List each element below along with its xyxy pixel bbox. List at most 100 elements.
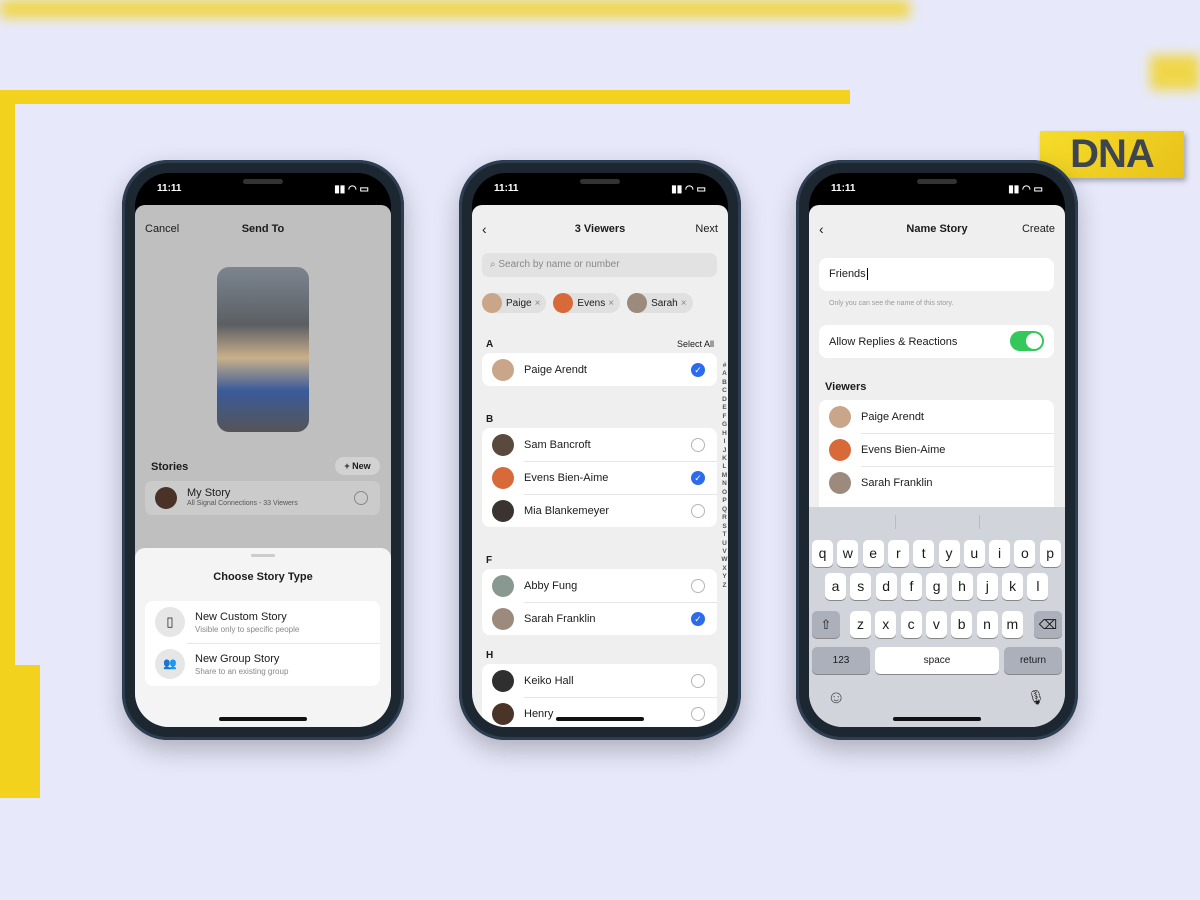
index-letter[interactable]: B bbox=[721, 379, 728, 387]
key-f[interactable]: f bbox=[900, 573, 922, 600]
viewer-name: Paige Arendt bbox=[861, 410, 924, 423]
unchecked-radio[interactable] bbox=[691, 706, 705, 721]
index-letter[interactable]: A bbox=[721, 370, 728, 378]
new-story-button[interactable]: + New bbox=[335, 457, 380, 475]
index-letter[interactable]: Q bbox=[721, 506, 728, 514]
index-letter[interactable]: N bbox=[721, 480, 728, 488]
index-letter[interactable]: G bbox=[721, 421, 728, 429]
index-letter[interactable]: P bbox=[721, 497, 728, 505]
status-icons: ▮▮ ◠ ▭ bbox=[334, 184, 369, 195]
new-custom-story-option[interactable]: ▯ New Custom Story Visible only to specif… bbox=[145, 601, 380, 643]
emoji-icon[interactable]: ☺ bbox=[827, 687, 845, 708]
index-letter[interactable]: L bbox=[721, 463, 728, 471]
avatar bbox=[492, 433, 514, 456]
allow-replies-label: Allow Replies & Reactions bbox=[829, 335, 958, 348]
unchecked-radio[interactable] bbox=[691, 503, 705, 518]
contact-row[interactable]: Paige Arendt ✓ bbox=[482, 353, 717, 386]
key-c[interactable]: c bbox=[900, 611, 922, 638]
contact-row[interactable]: Sarah Franklin ✓ bbox=[482, 602, 717, 635]
key-r[interactable]: r bbox=[887, 540, 909, 567]
avatar bbox=[492, 574, 514, 597]
key-d[interactable]: d bbox=[875, 573, 897, 600]
key-m[interactable]: m bbox=[1001, 611, 1023, 638]
microphone-icon[interactable]: 🎙 bbox=[1027, 689, 1045, 706]
my-story-row[interactable]: My Story All Signal Connections - 33 Vie… bbox=[145, 481, 380, 515]
key-s[interactable]: s bbox=[850, 573, 872, 600]
index-letter[interactable]: Z bbox=[721, 582, 728, 590]
delete-key[interactable]: ⌫ bbox=[1034, 611, 1062, 638]
space-key[interactable]: space bbox=[875, 647, 999, 674]
key-x[interactable]: x bbox=[875, 611, 897, 638]
checked-icon[interactable]: ✓ bbox=[691, 470, 705, 485]
viewer-row[interactable]: Paige Arendt bbox=[819, 400, 1054, 433]
index-letter[interactable]: T bbox=[721, 531, 728, 539]
unchecked-radio[interactable] bbox=[691, 578, 705, 593]
checked-icon[interactable]: ✓ bbox=[691, 611, 705, 626]
status-time: 11:11 bbox=[831, 183, 856, 194]
key-q[interactable]: q bbox=[812, 540, 833, 567]
key-n[interactable]: n bbox=[976, 611, 998, 638]
index-letter[interactable]: K bbox=[721, 455, 728, 463]
alphabet-index[interactable]: # A B C D E F G H I J K L M N O P Q R S T U V W X Y Z bbox=[721, 362, 728, 590]
index-letter[interactable]: D bbox=[721, 396, 728, 404]
contact-row[interactable]: Henry bbox=[482, 697, 717, 727]
numbers-key[interactable]: 123 bbox=[812, 647, 870, 674]
story-name-input[interactable]: Friends bbox=[819, 258, 1054, 291]
my-story-subtitle: All Signal Connections - 33 Viewers bbox=[187, 500, 298, 507]
index-letter[interactable]: X bbox=[721, 565, 728, 573]
contact-row[interactable]: Abby Fung bbox=[482, 569, 717, 602]
shift-key[interactable]: ⇧ bbox=[812, 611, 840, 638]
return-key[interactable]: return bbox=[1004, 647, 1062, 674]
key-u[interactable]: u bbox=[963, 540, 985, 567]
index-letter[interactable]: O bbox=[721, 489, 728, 497]
new-group-story-option[interactable]: 👥 New Group Story Share to an existing gr… bbox=[145, 643, 380, 685]
index-letter[interactable]: C bbox=[721, 387, 728, 395]
allow-replies-toggle[interactable] bbox=[1010, 331, 1044, 351]
status-time: 11:11 bbox=[157, 183, 182, 194]
index-letter[interactable]: H bbox=[721, 430, 728, 438]
key-y[interactable]: y bbox=[938, 540, 960, 567]
sheet-handle[interactable] bbox=[251, 554, 275, 557]
index-letter[interactable]: # bbox=[721, 362, 728, 370]
key-b[interactable]: b bbox=[951, 611, 973, 638]
index-letter[interactable]: I bbox=[721, 438, 728, 446]
contact-row[interactable]: Sam Bancroft bbox=[482, 428, 717, 461]
key-i[interactable]: i bbox=[989, 540, 1011, 567]
unchecked-radio[interactable] bbox=[691, 437, 705, 452]
key-z[interactable]: z bbox=[850, 611, 871, 638]
contact-row[interactable]: Evens Bien-Aime ✓ bbox=[482, 461, 717, 494]
key-w[interactable]: w bbox=[837, 540, 859, 567]
index-letter[interactable]: U bbox=[721, 540, 728, 548]
key-j[interactable]: j bbox=[976, 573, 998, 600]
index-letter[interactable]: E bbox=[721, 404, 728, 412]
key-t[interactable]: t bbox=[913, 540, 935, 567]
key-o[interactable]: o bbox=[1014, 540, 1036, 567]
my-story-radio[interactable] bbox=[354, 491, 368, 505]
unchecked-radio[interactable] bbox=[691, 673, 705, 688]
key-l[interactable]: l bbox=[1027, 573, 1049, 600]
key-h[interactable]: h bbox=[951, 573, 973, 600]
index-letter[interactable]: Y bbox=[721, 573, 728, 581]
index-letter[interactable]: M bbox=[721, 472, 728, 480]
avatar bbox=[492, 466, 514, 489]
index-letter[interactable]: R bbox=[721, 514, 728, 522]
key-g[interactable]: g bbox=[926, 573, 948, 600]
key-e[interactable]: e bbox=[862, 540, 884, 567]
key-v[interactable]: v bbox=[925, 611, 947, 638]
index-letter[interactable]: W bbox=[721, 556, 728, 564]
index-letter[interactable]: V bbox=[721, 548, 728, 556]
index-letter[interactable]: J bbox=[721, 447, 728, 455]
index-letter[interactable]: S bbox=[721, 523, 728, 531]
contact-row[interactable]: Keiko Hall bbox=[482, 664, 717, 697]
index-letter[interactable]: F bbox=[721, 413, 728, 421]
create-button[interactable]: Create bbox=[1022, 223, 1055, 235]
key-k[interactable]: k bbox=[1002, 573, 1024, 600]
key-p[interactable]: p bbox=[1039, 540, 1061, 567]
viewer-row[interactable]: Evens Bien-Aime bbox=[819, 433, 1054, 466]
key-a[interactable]: a bbox=[825, 573, 846, 600]
viewer-row[interactable]: Sarah Franklin bbox=[819, 466, 1054, 499]
checked-icon[interactable]: ✓ bbox=[691, 362, 705, 377]
avatar bbox=[492, 358, 514, 381]
contact-row[interactable]: Mia Blankemeyer bbox=[482, 494, 717, 527]
select-all-button[interactable]: Select All bbox=[677, 339, 714, 349]
